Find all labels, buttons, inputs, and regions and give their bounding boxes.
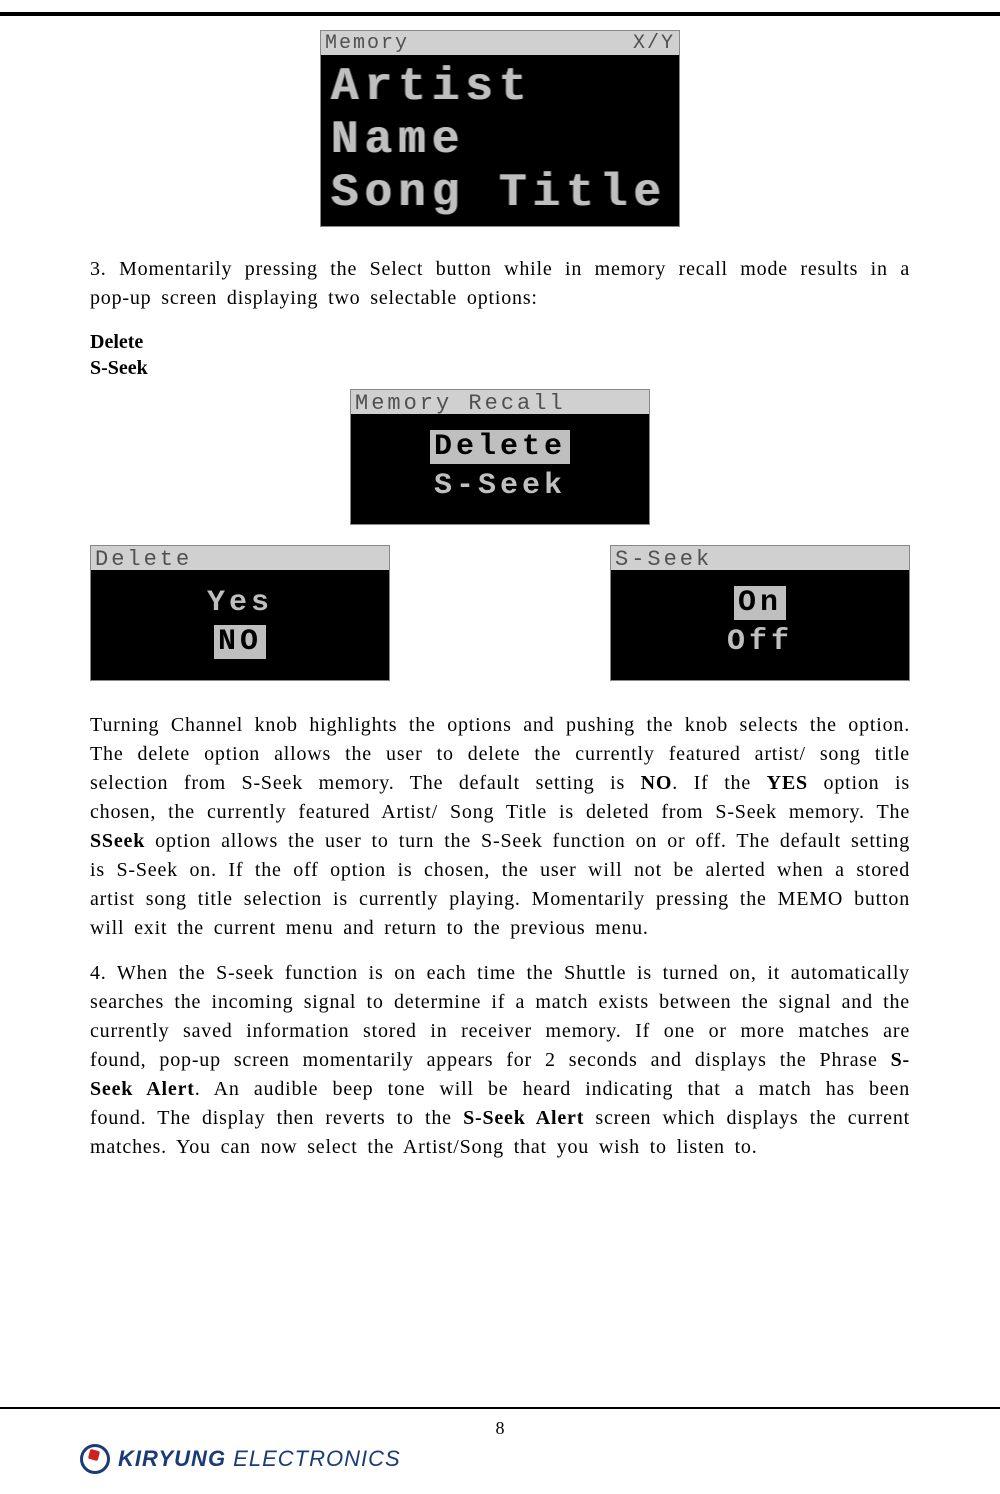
paragraph-channel: Turning Channel knob highlights the opti…	[90, 711, 910, 943]
option-list: Delete S-Seek	[90, 329, 910, 381]
lcd-memory-titlebar: Memory X/Y	[321, 31, 679, 55]
lcd-sseek-screen: S-Seek On Off	[610, 545, 910, 681]
lcd-sseek-body: On Off	[611, 570, 909, 680]
lcd-memory-title-right: X/Y	[633, 32, 675, 54]
footer-logo: KIRYUNG ELECTRONICS	[80, 1444, 401, 1474]
page-number: 8	[0, 1418, 1000, 1439]
lcd-recall-opt-sseek: S-Seek	[361, 467, 639, 506]
lcd-memory-artist: Artist Name	[331, 61, 669, 167]
option-delete-label: Delete	[90, 329, 910, 355]
lcd-sseek-opt-on: On	[621, 584, 899, 623]
lcd-sseek-title: S-Seek	[611, 546, 909, 570]
lcd-recall-screen: Memory Recall Delete S-Seek	[350, 389, 650, 525]
paragraph-3-lead: 3. Momentarily pressing the Select butto…	[90, 255, 910, 313]
lcd-recall-title: Memory Recall	[351, 390, 649, 414]
lcd-delete-title: Delete	[91, 546, 389, 570]
lcd-delete-screen: Delete Yes NO	[90, 545, 390, 681]
top-rule	[0, 12, 1000, 16]
lcd-delete-body: Yes NO	[91, 570, 389, 680]
option-sseek-label: S-Seek	[90, 355, 910, 381]
lcd-recall-opt-delete: Delete	[361, 428, 639, 467]
lcd-delete-opt-yes: Yes	[101, 584, 379, 623]
footer-brand: KIRYUNG ELECTRONICS	[118, 1446, 401, 1472]
lcd-recall-body: Delete S-Seek	[351, 414, 649, 524]
logo-icon	[80, 1444, 110, 1474]
lcd-memory-song: Song Title	[331, 167, 669, 220]
lcd-memory-body: Artist Name Song Title	[321, 55, 679, 226]
lcd-delete-opt-no: NO	[101, 623, 379, 662]
lcd-delete-title-text: Delete	[95, 547, 192, 569]
lcd-memory-title-left: Memory	[325, 32, 409, 54]
lcd-sseek-opt-off: Off	[621, 623, 899, 662]
lcd-memory-screen: Memory X/Y Artist Name Song Title	[320, 30, 680, 227]
lcd-sseek-title-text: S-Seek	[615, 547, 712, 569]
lcd-recall-title-text: Memory Recall	[355, 391, 566, 413]
bottom-rule	[0, 1407, 1000, 1409]
paragraph-4: 4. When the S-seek function is on each t…	[90, 959, 910, 1162]
lcd-pair: Delete Yes NO S-Seek On Off	[90, 545, 910, 681]
